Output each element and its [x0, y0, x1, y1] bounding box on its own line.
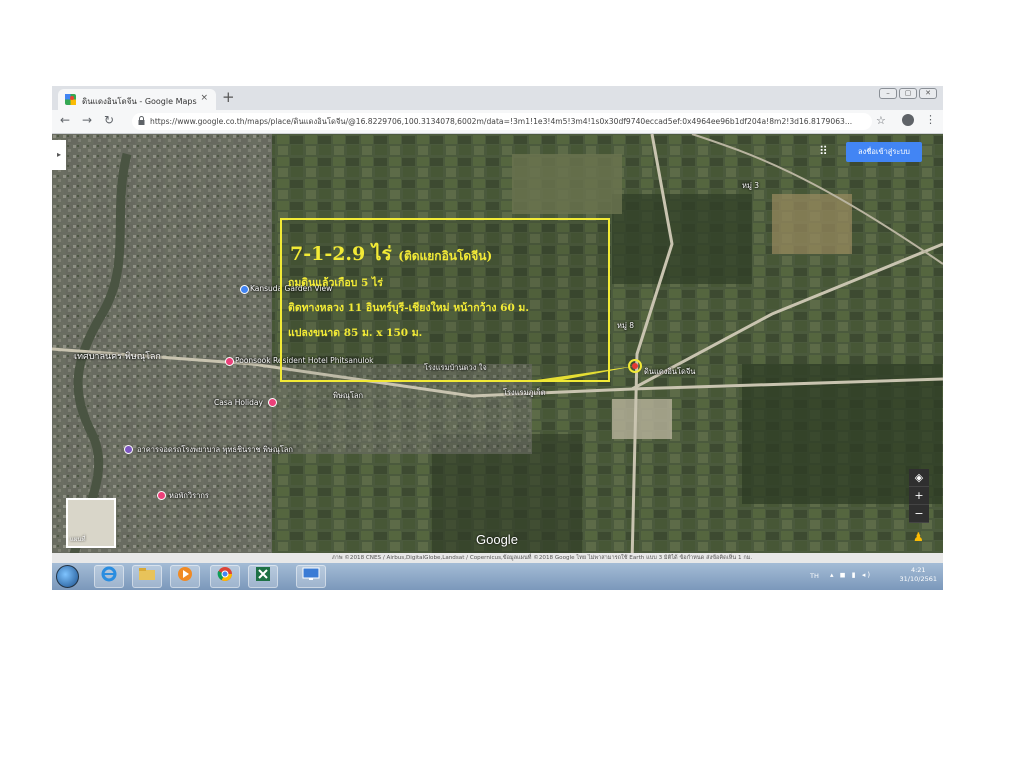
media-player-icon[interactable]	[170, 565, 200, 588]
close-window-button[interactable]: ✕	[919, 88, 937, 99]
google-logo: Google	[476, 532, 518, 547]
place-label[interactable]: อาคารจอดรถโรงพยาบาล พุทธชินราช พิษณุโลก	[137, 444, 293, 456]
forward-arrow-icon[interactable]: →	[82, 113, 92, 127]
land-info-callout: 7-1-2.9 ไร่ (ติดแยกอินโดจีน) ถมดินแล้วเก…	[280, 218, 610, 382]
tab-title: ดินแดงอินโดจีน - Google Maps	[82, 97, 197, 106]
city-label[interactable]: เทศบาลนคร พิษณุโลก	[74, 349, 161, 363]
window-controls: – ▢ ✕	[879, 88, 937, 99]
excel-icon[interactable]	[248, 565, 278, 588]
village-label: หมู่ 8	[617, 321, 635, 330]
pegman-icon[interactable]: ♟	[913, 530, 924, 544]
parking-pin-icon[interactable]	[124, 445, 133, 454]
map-attribution: ภาพ ©2018 CNES / Airbus,DigitalGlobe,Lan…	[52, 553, 943, 563]
clock-date: 31/10/2561	[899, 575, 937, 583]
minimize-button[interactable]: –	[879, 88, 897, 99]
hotel-pin-icon[interactable]	[240, 285, 249, 294]
active-tab[interactable]: ดินแดงอินโดจีน - Google Maps ×	[58, 89, 216, 110]
system-tray-icons[interactable]: ▴ ◼ ▮ ◂)	[830, 571, 872, 579]
hotel-pin-icon[interactable]	[268, 398, 277, 407]
callout-line-1: ถมดินแล้วเกือบ 5 ไร่	[288, 277, 383, 289]
callout-line-2: ติดทางหลวง 11 อินทร์บุรี-เชียงใหม่ หน้าก…	[288, 302, 529, 314]
google-maps-favicon-icon	[65, 94, 76, 105]
url-text: https://www.google.co.th/maps/place/ดินแ…	[150, 117, 853, 126]
new-tab-button[interactable]: +	[222, 88, 235, 106]
tab-close-icon[interactable]: ×	[200, 93, 208, 103]
earth-view-label: แผนที่	[70, 536, 86, 543]
internet-explorer-icon[interactable]	[94, 565, 124, 588]
file-explorer-icon[interactable]	[132, 565, 162, 588]
address-bar[interactable]: https://www.google.co.th/maps/place/ดินแ…	[132, 113, 872, 130]
satellite-map[interactable]: ▸ ⠿ ลงชื่อเข้าสู่ระบบ Kansuda Garden Vie…	[52, 134, 943, 563]
remote-desktop-icon[interactable]	[296, 565, 326, 588]
windows-taskbar: TH ▴ ◼ ▮ ◂) 4:21 31/10/2561	[52, 563, 943, 590]
tab-strip: ดินแดงอินโดจีน - Google Maps × + – ▢ ✕	[52, 86, 943, 110]
browser-toolbar: ← → ↻ https://www.google.co.th/maps/plac…	[52, 110, 943, 134]
reload-icon[interactable]: ↻	[104, 113, 114, 127]
profile-avatar[interactable]	[902, 114, 914, 126]
browser-window: ดินแดงอินโดจีน - Google Maps × + – ▢ ✕ ←…	[52, 86, 943, 590]
target-place-label[interactable]: ดินแดงอินโดจีน	[644, 366, 695, 378]
place-label[interactable]: Casa Holiday	[214, 398, 263, 407]
menu-kebab-icon[interactable]: ⋮	[925, 113, 936, 126]
language-indicator[interactable]: TH	[810, 572, 819, 580]
place-label[interactable]: พิษณุโลก	[333, 390, 363, 402]
zoom-out-button[interactable]: −	[909, 505, 929, 523]
zoom-controls: ◈ + −	[909, 469, 929, 523]
callout-headline: 7-1-2.9 ไร่ (ติดแยกอินโดจีน)	[290, 243, 493, 265]
place-label[interactable]: โรงแรมภูเก็ต	[503, 387, 545, 399]
callout-line-3: แปลงขนาด 85 ม. x 150 ม.	[288, 327, 423, 339]
side-panel-toggle[interactable]: ▸	[52, 140, 66, 170]
sign-in-button[interactable]: ลงชื่อเข้าสู่ระบบ	[846, 142, 922, 162]
bookmark-star-icon[interactable]: ☆	[876, 114, 886, 127]
back-arrow-icon[interactable]: ←	[60, 113, 70, 127]
chrome-icon[interactable]	[210, 565, 240, 588]
compass-icon[interactable]: ◈	[909, 469, 929, 487]
clock[interactable]: 4:21 31/10/2561	[900, 566, 937, 584]
hotel-pin-icon[interactable]	[225, 357, 234, 366]
zoom-in-button[interactable]: +	[909, 487, 929, 505]
maximize-button[interactable]: ▢	[899, 88, 917, 99]
start-button[interactable]	[56, 565, 79, 588]
apps-grid-icon[interactable]: ⠿	[819, 144, 828, 158]
village-label: หมู่ 3	[742, 181, 760, 190]
hotel-pin-icon[interactable]	[157, 491, 166, 500]
lock-icon	[138, 116, 145, 125]
earth-view-toggle[interactable]: แผนที่	[66, 498, 116, 548]
place-label[interactable]: หอพักวิรากร	[169, 490, 209, 502]
clock-time: 4:21	[910, 566, 926, 574]
